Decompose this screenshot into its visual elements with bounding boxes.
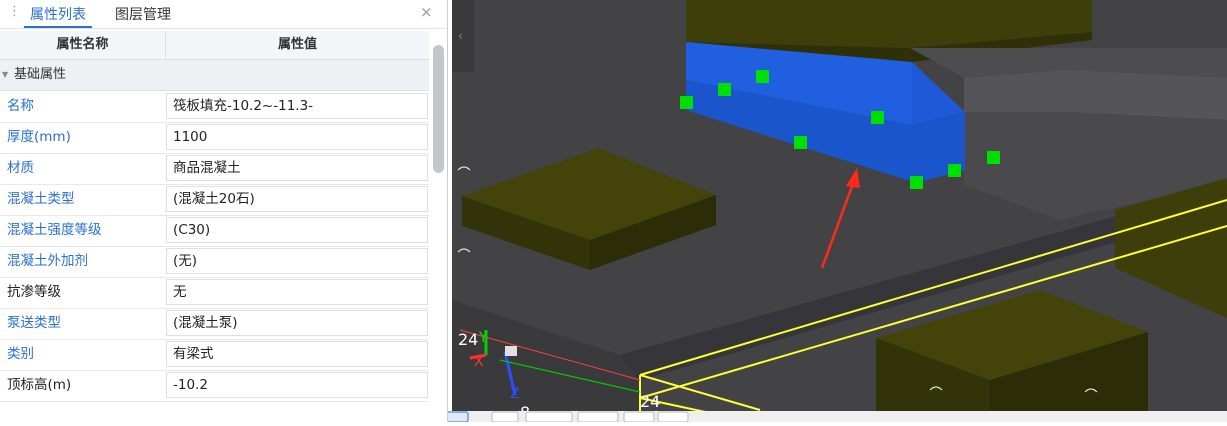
toolbar-buttons: [401, 411, 689, 423]
property-name: 泵送类型: [7, 315, 61, 331]
grid-label-24-left: 24: [458, 330, 478, 349]
tab-layer-management[interactable]: 图层管理: [115, 4, 171, 24]
grip-handle[interactable]: [987, 151, 1000, 164]
property-name: 顶标高(m): [7, 377, 72, 393]
property-row[interactable]: 材质 商品混凝土: [0, 153, 429, 185]
property-value-field[interactable]: (无): [166, 248, 428, 274]
axis-z-label: Z: [510, 386, 520, 402]
column-header-value: 属性值: [166, 31, 429, 60]
property-name: 厚度(mm): [7, 129, 71, 145]
tab-property-list[interactable]: 属性列表: [24, 4, 92, 28]
group-label: 基础属性: [14, 67, 67, 82]
scrollbar-thumb[interactable]: [433, 45, 444, 173]
property-name: 名称: [7, 98, 34, 114]
property-row[interactable]: 厚度(mm) 1100: [0, 122, 429, 154]
property-row[interactable]: 混凝土外加剂 (无): [0, 246, 429, 278]
active-tab-indicator: [24, 26, 92, 28]
toolbar-button[interactable]: [623, 411, 655, 423]
toolbar-button[interactable]: [435, 411, 469, 423]
property-row[interactable]: 混凝土强度等级 (C30): [0, 215, 429, 247]
grip-handle[interactable]: [756, 70, 769, 83]
bottom-toolbar: [401, 411, 1227, 423]
property-value-field[interactable]: 筏板填充-10.2~-11.3-: [166, 93, 428, 119]
property-value-field[interactable]: 有梁式: [166, 341, 428, 367]
grip-handle[interactable]: [948, 164, 961, 177]
3d-scene: ‹ 24 Y X Z 24: [452, 0, 1227, 422]
property-name: 抗渗等级: [7, 284, 61, 300]
viewport-side-tab[interactable]: [452, 0, 474, 72]
property-row[interactable]: 混凝土类型 (混凝土20石): [0, 184, 429, 216]
property-name: 混凝土类型: [7, 191, 75, 207]
grip-handle[interactable]: [794, 136, 807, 149]
property-row[interactable]: 顶标高(m) -10.2: [0, 370, 429, 402]
toolbar-button[interactable]: [491, 411, 519, 423]
panel-tab-bar: ⋮ 属性列表 图层管理 ×: [0, 0, 447, 29]
axis-y-label: Y: [478, 330, 488, 346]
grip-handle[interactable]: [871, 111, 884, 124]
property-value-field[interactable]: 商品混凝土: [166, 155, 428, 181]
property-value-field[interactable]: (混凝土泵): [166, 310, 428, 336]
property-row[interactable]: 抗渗等级 无: [0, 277, 429, 309]
toolbar-button[interactable]: [577, 411, 619, 423]
property-value-field[interactable]: -10.2: [166, 372, 428, 398]
property-name: 材质: [7, 160, 34, 176]
grip-handle[interactable]: [910, 176, 923, 189]
property-name: 类别: [7, 346, 34, 362]
axis-x-label: X: [474, 354, 484, 370]
tab-layer-management-label: 图层管理: [115, 7, 171, 23]
collapse-triangle-icon[interactable]: ▼: [2, 60, 8, 90]
property-name: 混凝土外加剂: [7, 253, 88, 269]
property-value-field[interactable]: (混凝土20石): [166, 186, 428, 212]
property-row[interactable]: 名称 筏板填充-10.2~-11.3-: [0, 91, 429, 123]
chevron-left-icon[interactable]: ‹: [458, 29, 463, 43]
grid-label-24-bottom: 24: [640, 392, 660, 411]
property-value-field[interactable]: 1100: [166, 124, 428, 150]
property-value-field[interactable]: (C30): [166, 217, 428, 243]
grip-handle[interactable]: [718, 83, 731, 96]
close-icon[interactable]: ×: [420, 3, 433, 21]
3d-viewport[interactable]: ‹ 24 Y X Z 24: [452, 0, 1227, 422]
property-row[interactable]: 泵送类型 (混凝土泵): [0, 308, 429, 340]
grip-handle[interactable]: [680, 96, 693, 109]
group-basic-properties[interactable]: ▼ 基础属性: [0, 60, 429, 91]
property-value-field[interactable]: 无: [166, 279, 428, 305]
property-name: 混凝土强度等级: [7, 222, 102, 238]
toolbar-button[interactable]: [525, 411, 573, 423]
toolbar-button[interactable]: [657, 411, 689, 423]
panel-scrollbar[interactable]: [430, 31, 447, 422]
property-row[interactable]: 类别 有梁式: [0, 339, 429, 371]
drag-grip-icon[interactable]: ⋮: [8, 4, 21, 19]
tab-property-list-label: 属性列表: [30, 7, 86, 23]
column-header-name: 属性名称: [0, 31, 166, 60]
property-panel: ⋮ 属性列表 图层管理 × 属性名称 属性值 ▼ 基础属性 名称 筏板填充-10.…: [0, 0, 448, 422]
